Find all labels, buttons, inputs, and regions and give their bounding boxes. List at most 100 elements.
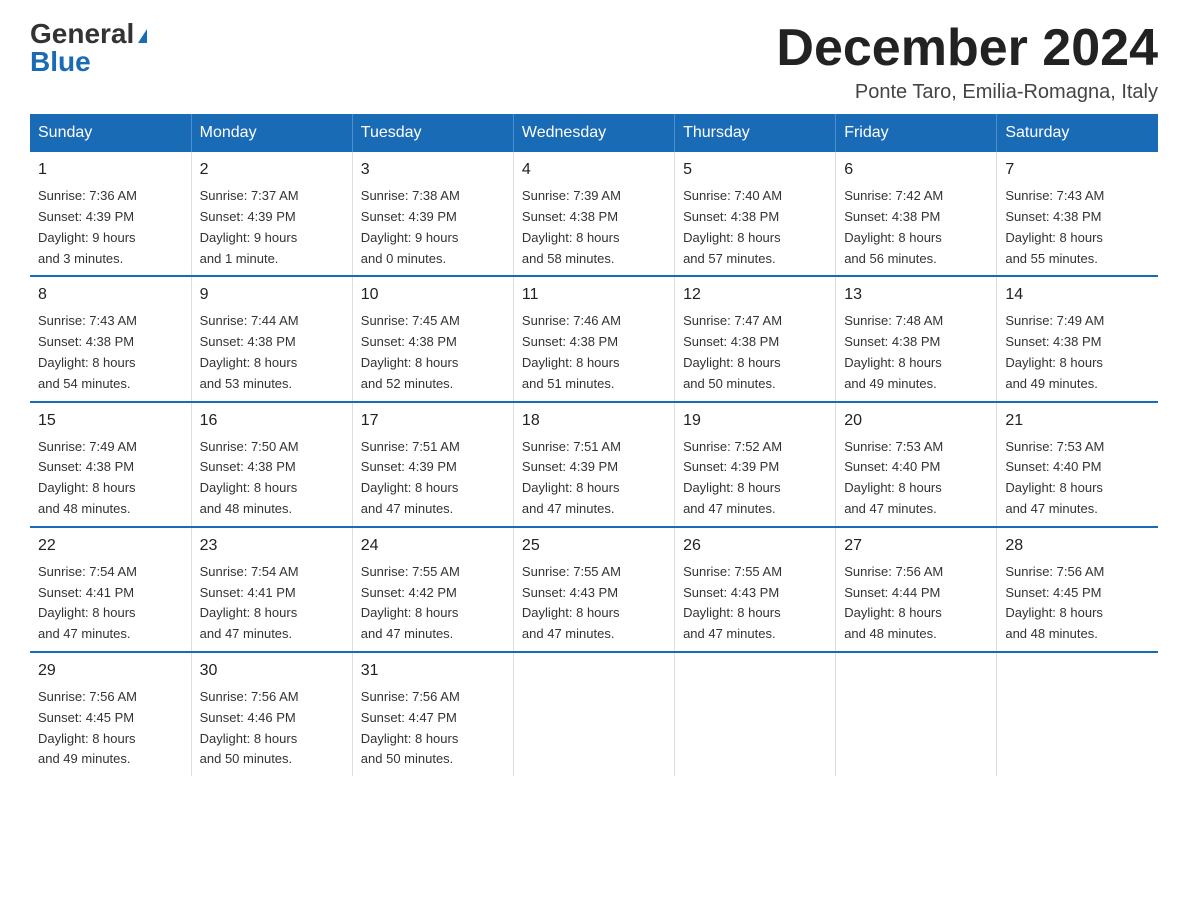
day-info: Sunrise: 7:45 AMSunset: 4:38 PMDaylight:…	[361, 311, 505, 394]
logo-general-text: General	[30, 20, 134, 48]
day-info: Sunrise: 7:47 AMSunset: 4:38 PMDaylight:…	[683, 311, 827, 394]
day-number: 2	[200, 158, 344, 182]
day-info: Sunrise: 7:54 AMSunset: 4:41 PMDaylight:…	[38, 562, 183, 645]
day-info: Sunrise: 7:36 AMSunset: 4:39 PMDaylight:…	[38, 186, 183, 269]
day-number: 31	[361, 659, 505, 683]
calendar-day-cell: 8 Sunrise: 7:43 AMSunset: 4:38 PMDayligh…	[30, 276, 191, 401]
calendar-day-cell: 6 Sunrise: 7:42 AMSunset: 4:38 PMDayligh…	[836, 152, 997, 276]
day-number: 10	[361, 283, 505, 307]
calendar-day-cell	[997, 652, 1158, 776]
day-info: Sunrise: 7:56 AMSunset: 4:45 PMDaylight:…	[1005, 562, 1150, 645]
day-info: Sunrise: 7:39 AMSunset: 4:38 PMDaylight:…	[522, 186, 666, 269]
month-title: December 2024	[776, 20, 1158, 77]
day-number: 23	[200, 534, 344, 558]
day-number: 13	[844, 283, 988, 307]
day-info: Sunrise: 7:53 AMSunset: 4:40 PMDaylight:…	[1005, 437, 1150, 520]
calendar-day-cell: 20 Sunrise: 7:53 AMSunset: 4:40 PMDaylig…	[836, 402, 997, 527]
calendar-day-cell: 2 Sunrise: 7:37 AMSunset: 4:39 PMDayligh…	[191, 152, 352, 276]
calendar-day-cell: 3 Sunrise: 7:38 AMSunset: 4:39 PMDayligh…	[352, 152, 513, 276]
day-of-week-header: Thursday	[675, 114, 836, 152]
calendar-day-cell	[836, 652, 997, 776]
day-number: 20	[844, 409, 988, 433]
calendar-day-cell: 23 Sunrise: 7:54 AMSunset: 4:41 PMDaylig…	[191, 527, 352, 652]
day-number: 29	[38, 659, 183, 683]
day-number: 14	[1005, 283, 1150, 307]
calendar-day-cell: 5 Sunrise: 7:40 AMSunset: 4:38 PMDayligh…	[675, 152, 836, 276]
day-number: 22	[38, 534, 183, 558]
calendar-day-cell: 30 Sunrise: 7:56 AMSunset: 4:46 PMDaylig…	[191, 652, 352, 776]
day-of-week-header: Tuesday	[352, 114, 513, 152]
day-number: 19	[683, 409, 827, 433]
day-of-week-header: Friday	[836, 114, 997, 152]
day-number: 26	[683, 534, 827, 558]
day-number: 28	[1005, 534, 1150, 558]
calendar-table: SundayMondayTuesdayWednesdayThursdayFrid…	[30, 114, 1158, 776]
day-info: Sunrise: 7:51 AMSunset: 4:39 PMDaylight:…	[522, 437, 666, 520]
calendar-day-cell: 17 Sunrise: 7:51 AMSunset: 4:39 PMDaylig…	[352, 402, 513, 527]
calendar-week-row: 1 Sunrise: 7:36 AMSunset: 4:39 PMDayligh…	[30, 152, 1158, 276]
day-info: Sunrise: 7:49 AMSunset: 4:38 PMDaylight:…	[38, 437, 183, 520]
calendar-day-cell: 10 Sunrise: 7:45 AMSunset: 4:38 PMDaylig…	[352, 276, 513, 401]
logo-blue-text: Blue	[30, 48, 91, 76]
day-info: Sunrise: 7:37 AMSunset: 4:39 PMDaylight:…	[200, 186, 344, 269]
day-number: 30	[200, 659, 344, 683]
calendar-day-cell: 19 Sunrise: 7:52 AMSunset: 4:39 PMDaylig…	[675, 402, 836, 527]
day-info: Sunrise: 7:38 AMSunset: 4:39 PMDaylight:…	[361, 186, 505, 269]
day-info: Sunrise: 7:43 AMSunset: 4:38 PMDaylight:…	[38, 311, 183, 394]
day-number: 5	[683, 158, 827, 182]
day-number: 16	[200, 409, 344, 433]
day-info: Sunrise: 7:48 AMSunset: 4:38 PMDaylight:…	[844, 311, 988, 394]
calendar-day-cell: 24 Sunrise: 7:55 AMSunset: 4:42 PMDaylig…	[352, 527, 513, 652]
day-info: Sunrise: 7:44 AMSunset: 4:38 PMDaylight:…	[200, 311, 344, 394]
day-info: Sunrise: 7:50 AMSunset: 4:38 PMDaylight:…	[200, 437, 344, 520]
calendar-day-cell: 31 Sunrise: 7:56 AMSunset: 4:47 PMDaylig…	[352, 652, 513, 776]
day-number: 9	[200, 283, 344, 307]
day-info: Sunrise: 7:55 AMSunset: 4:43 PMDaylight:…	[683, 562, 827, 645]
calendar-day-cell: 28 Sunrise: 7:56 AMSunset: 4:45 PMDaylig…	[997, 527, 1158, 652]
day-number: 11	[522, 283, 666, 307]
title-block: December 2024 Ponte Taro, Emilia-Romagna…	[776, 20, 1158, 104]
day-number: 18	[522, 409, 666, 433]
day-of-week-header: Saturday	[997, 114, 1158, 152]
day-of-week-header: Sunday	[30, 114, 191, 152]
calendar-day-cell: 22 Sunrise: 7:54 AMSunset: 4:41 PMDaylig…	[30, 527, 191, 652]
day-info: Sunrise: 7:52 AMSunset: 4:39 PMDaylight:…	[683, 437, 827, 520]
calendar-day-cell: 16 Sunrise: 7:50 AMSunset: 4:38 PMDaylig…	[191, 402, 352, 527]
calendar-day-cell: 15 Sunrise: 7:49 AMSunset: 4:38 PMDaylig…	[30, 402, 191, 527]
day-number: 21	[1005, 409, 1150, 433]
day-number: 27	[844, 534, 988, 558]
day-number: 6	[844, 158, 988, 182]
day-of-week-header: Monday	[191, 114, 352, 152]
calendar-day-cell: 18 Sunrise: 7:51 AMSunset: 4:39 PMDaylig…	[513, 402, 674, 527]
calendar-week-row: 8 Sunrise: 7:43 AMSunset: 4:38 PMDayligh…	[30, 276, 1158, 401]
day-number: 8	[38, 283, 183, 307]
day-info: Sunrise: 7:56 AMSunset: 4:44 PMDaylight:…	[844, 562, 988, 645]
day-number: 17	[361, 409, 505, 433]
calendar-week-row: 15 Sunrise: 7:49 AMSunset: 4:38 PMDaylig…	[30, 402, 1158, 527]
day-info: Sunrise: 7:49 AMSunset: 4:38 PMDaylight:…	[1005, 311, 1150, 394]
day-number: 15	[38, 409, 183, 433]
calendar-day-cell: 9 Sunrise: 7:44 AMSunset: 4:38 PMDayligh…	[191, 276, 352, 401]
day-number: 25	[522, 534, 666, 558]
day-info: Sunrise: 7:56 AMSunset: 4:45 PMDaylight:…	[38, 687, 183, 770]
location-subtitle: Ponte Taro, Emilia-Romagna, Italy	[776, 81, 1158, 104]
day-info: Sunrise: 7:56 AMSunset: 4:46 PMDaylight:…	[200, 687, 344, 770]
logo: General Blue	[30, 20, 147, 76]
day-info: Sunrise: 7:55 AMSunset: 4:43 PMDaylight:…	[522, 562, 666, 645]
day-of-week-header: Wednesday	[513, 114, 674, 152]
day-number: 3	[361, 158, 505, 182]
calendar-day-cell: 29 Sunrise: 7:56 AMSunset: 4:45 PMDaylig…	[30, 652, 191, 776]
calendar-day-cell: 7 Sunrise: 7:43 AMSunset: 4:38 PMDayligh…	[997, 152, 1158, 276]
day-number: 12	[683, 283, 827, 307]
calendar-day-cell: 21 Sunrise: 7:53 AMSunset: 4:40 PMDaylig…	[997, 402, 1158, 527]
calendar-day-cell: 27 Sunrise: 7:56 AMSunset: 4:44 PMDaylig…	[836, 527, 997, 652]
calendar-day-cell	[513, 652, 674, 776]
calendar-day-cell: 1 Sunrise: 7:36 AMSunset: 4:39 PMDayligh…	[30, 152, 191, 276]
day-info: Sunrise: 7:42 AMSunset: 4:38 PMDaylight:…	[844, 186, 988, 269]
calendar-day-cell: 13 Sunrise: 7:48 AMSunset: 4:38 PMDaylig…	[836, 276, 997, 401]
day-info: Sunrise: 7:55 AMSunset: 4:42 PMDaylight:…	[361, 562, 505, 645]
calendar-day-cell: 26 Sunrise: 7:55 AMSunset: 4:43 PMDaylig…	[675, 527, 836, 652]
calendar-day-cell: 11 Sunrise: 7:46 AMSunset: 4:38 PMDaylig…	[513, 276, 674, 401]
day-info: Sunrise: 7:54 AMSunset: 4:41 PMDaylight:…	[200, 562, 344, 645]
day-info: Sunrise: 7:53 AMSunset: 4:40 PMDaylight:…	[844, 437, 988, 520]
